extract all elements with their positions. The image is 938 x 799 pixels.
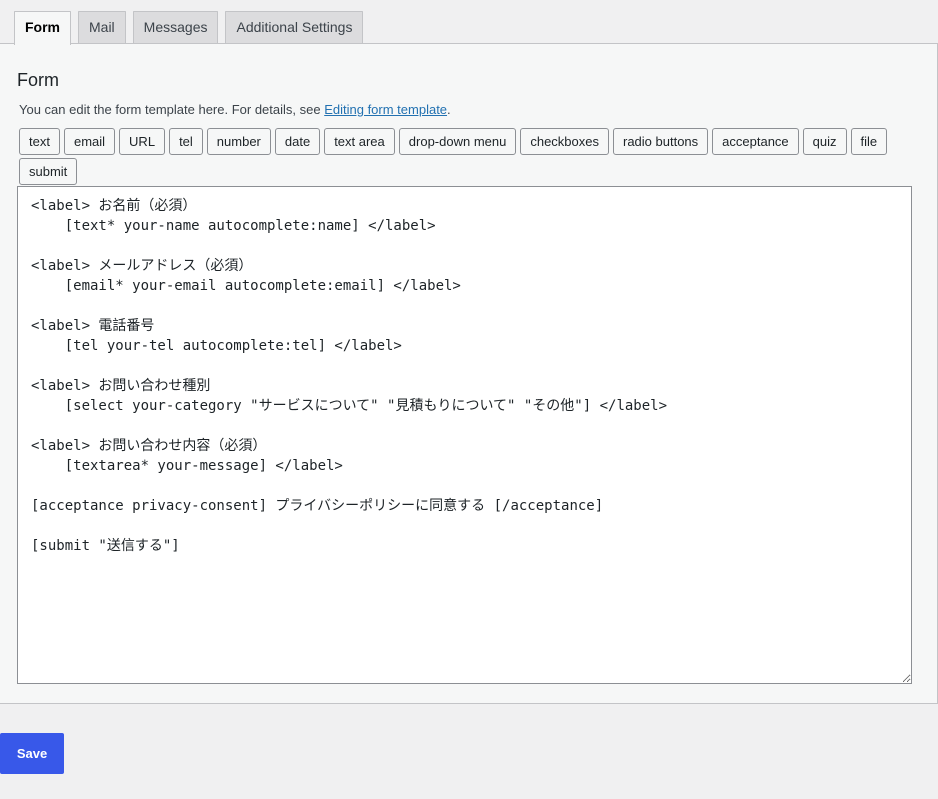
tag-button-file[interactable]: file (850, 128, 888, 155)
panel-title: Form (17, 70, 59, 90)
tab-form[interactable]: Form (14, 11, 71, 45)
panel-description: You can edit the form template here. For… (19, 102, 451, 117)
form-panel: Form You can edit the form template here… (0, 43, 938, 704)
description-suffix: . (447, 102, 451, 117)
tag-button-url[interactable]: URL (119, 128, 166, 155)
tag-button-quiz[interactable]: quiz (802, 128, 847, 155)
tab-additional-settings[interactable]: Additional Settings (225, 11, 364, 44)
tag-button-radio-buttons[interactable]: radio buttons (613, 128, 709, 155)
tag-button-date[interactable]: date (274, 128, 321, 155)
tab-bar: Form Mail Messages Additional Settings (14, 11, 364, 45)
tag-button-number[interactable]: number (206, 128, 271, 155)
description-text: You can edit the form template here. For… (19, 102, 325, 117)
save-button[interactable]: Save (0, 733, 64, 774)
tag-button-tel[interactable]: tel (169, 128, 203, 155)
tag-generator-buttons: text email URL tel number date text area… (19, 128, 899, 185)
tag-button-textarea[interactable]: text area (324, 128, 395, 155)
tag-button-text[interactable]: text (19, 128, 60, 155)
tag-button-submit[interactable]: submit (19, 158, 78, 185)
tag-button-email[interactable]: email (63, 128, 116, 155)
tab-mail[interactable]: Mail (78, 11, 126, 44)
tag-button-checkboxes[interactable]: checkboxes (520, 128, 609, 155)
editing-form-template-link[interactable]: Editing form template (324, 102, 447, 117)
tab-messages[interactable]: Messages (132, 11, 219, 44)
tag-button-acceptance[interactable]: acceptance (712, 128, 799, 155)
tag-button-dropdown-menu[interactable]: drop-down menu (398, 128, 517, 155)
form-template-editor[interactable]: <label> お名前（必須） [text* your-name autocom… (17, 186, 912, 684)
